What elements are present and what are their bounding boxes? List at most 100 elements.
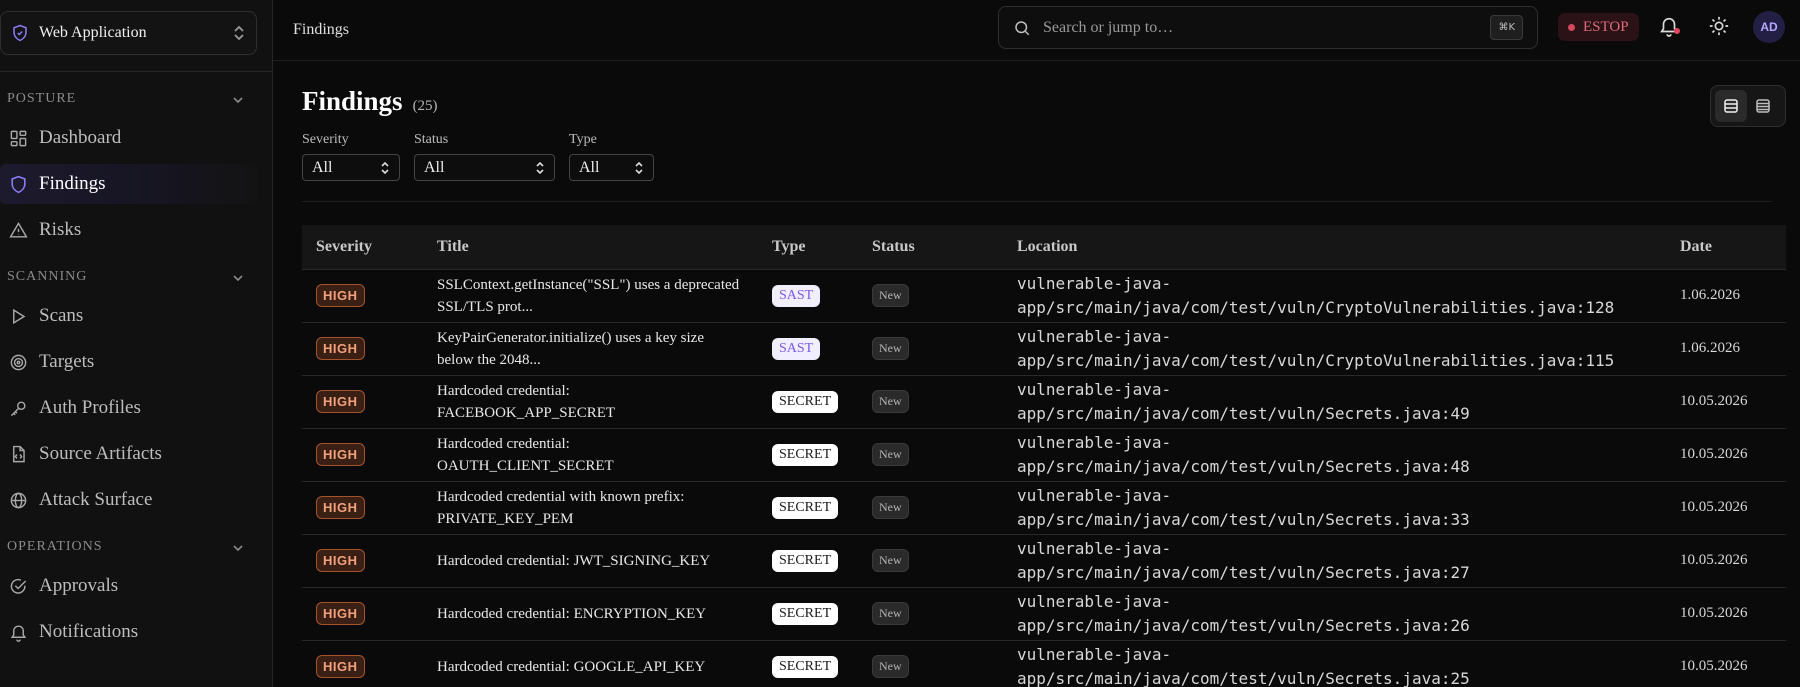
status-badge: New	[872, 655, 909, 679]
table-row[interactable]: HIGH Hardcoded credential: GOOGLE_API_KE…	[302, 639, 1786, 687]
globe-icon	[8, 490, 28, 510]
title-cell: Hardcoded credential: OAUTH_CLIENT_SECRE…	[423, 427, 758, 481]
severity-badge: HIGH	[316, 602, 365, 625]
column-header-date[interactable]: Date	[1666, 225, 1786, 269]
breadcrumb[interactable]: Findings	[293, 21, 349, 39]
page-title: Findings	[302, 86, 403, 116]
type-badge: SECRET	[772, 390, 839, 413]
finding-title[interactable]: Hardcoded credential: JWT_SIGNING_KEY	[437, 550, 744, 572]
table-row[interactable]: HIGH Hardcoded credential: JWT_SIGNING_K…	[302, 533, 1786, 587]
compact-view-icon[interactable]	[1747, 90, 1779, 122]
select-value: All	[424, 158, 445, 176]
finding-date: 10.05.2026	[1680, 605, 1748, 621]
type-badge: SAST	[772, 284, 821, 307]
severity-badge: HIGH	[316, 549, 365, 572]
title-cell: Hardcoded credential with known prefix: …	[423, 480, 758, 534]
sidebar-item-risks[interactable]: Risks	[0, 210, 258, 250]
table-row[interactable]: HIGH Hardcoded credential: ENCRYPTION_KE…	[302, 586, 1786, 640]
finding-title[interactable]: KeyPairGenerator.initialize() uses a key…	[437, 327, 744, 371]
section-scanning[interactable]: SCANNING	[0, 264, 272, 290]
sidebar-item-label: Attack Surface	[39, 489, 153, 510]
sidebar-item-source-artifacts[interactable]: Source Artifacts	[0, 434, 258, 474]
shield-icon	[11, 24, 29, 42]
sidebar-item-attack-surface[interactable]: Attack Surface	[0, 480, 258, 520]
finding-date: 10.05.2026	[1680, 499, 1748, 515]
section-label: POSTURE	[7, 91, 77, 106]
location-cell: vulnerable-java-app/src/main/java/com/te…	[1003, 586, 1666, 640]
sidebar-item-notifications[interactable]: Notifications	[0, 612, 258, 652]
type-cell: SAST	[758, 268, 858, 322]
date-cell: 1.06.2026	[1666, 268, 1786, 322]
location-path: vulnerable-java-app/src/main/java/com/te…	[1017, 326, 1615, 370]
table-row[interactable]: HIGH Hardcoded credential: FACEBOOK_APP_…	[302, 374, 1786, 428]
sidebar-item-dashboard[interactable]: Dashboard	[0, 118, 258, 158]
finding-title[interactable]: Hardcoded credential with known prefix: …	[437, 486, 744, 530]
finding-date: 1.06.2026	[1680, 287, 1740, 303]
sidebar-item-scans[interactable]: Scans	[0, 296, 258, 336]
sidebar-item-label: Notifications	[39, 621, 139, 642]
play-icon	[8, 306, 28, 326]
table-view-icon[interactable]	[1715, 90, 1747, 122]
select-chevron-icon	[535, 161, 545, 175]
location-path: vulnerable-java-app/src/main/java/com/te…	[1017, 591, 1470, 635]
filter-status: Status All	[414, 132, 555, 181]
status-badge: New	[872, 390, 909, 413]
finding-title[interactable]: Hardcoded credential: FACEBOOK_APP_SECRE…	[437, 380, 744, 424]
main-area: Findings Search or jump to… ⌘K ESTOP AD	[273, 0, 1800, 687]
location-cell: vulnerable-java-app/src/main/java/com/te…	[1003, 374, 1666, 428]
type-cell: SECRET	[758, 533, 858, 587]
sidebar-item-label: Auth Profiles	[39, 397, 141, 418]
type-cell: SECRET	[758, 639, 858, 687]
sidebar-item-auth-profiles[interactable]: Auth Profiles	[0, 388, 258, 428]
type-badge: SECRET	[772, 549, 839, 572]
type-badge: SAST	[772, 337, 821, 360]
search-input[interactable]: Search or jump to… ⌘K	[998, 6, 1538, 49]
finding-title[interactable]: Hardcoded credential: GOOGLE_API_KEY	[437, 656, 744, 678]
app-switcher[interactable]: Web Application	[0, 11, 257, 55]
column-header-severity[interactable]: Severity	[302, 225, 423, 269]
status-badge: New	[872, 337, 909, 360]
column-header-status[interactable]: Status	[858, 225, 1003, 269]
table-row[interactable]: HIGH Hardcoded credential with known pre…	[302, 480, 1786, 534]
finding-title[interactable]: SSLContext.getInstance("SSL") uses a dep…	[437, 274, 744, 318]
type-select[interactable]: All	[569, 154, 654, 181]
search-shortcut: ⌘K	[1490, 15, 1523, 40]
sidebar-item-findings[interactable]: Findings	[0, 164, 258, 204]
estop-label: ESTOP	[1583, 18, 1629, 35]
location-path: vulnerable-java-app/src/main/java/com/te…	[1017, 485, 1470, 529]
sidebar-item-targets[interactable]: Targets	[0, 342, 258, 382]
severity-select[interactable]: All	[302, 154, 400, 181]
table-header: Severity Title Type Status Location Date	[302, 225, 1786, 269]
select-value: All	[579, 158, 600, 176]
type-badge: SECRET	[772, 655, 839, 678]
title-cell: Hardcoded credential: GOOGLE_API_KEY	[423, 639, 758, 687]
app-root: Web Application POSTURE Dashboard Findings…	[0, 0, 1800, 687]
status-select[interactable]: All	[414, 154, 555, 181]
sun-icon[interactable]	[1708, 15, 1730, 37]
filter-severity: Severity All	[302, 132, 400, 181]
column-header-title[interactable]: Title	[423, 225, 758, 269]
estop-button[interactable]: ESTOP	[1558, 13, 1639, 41]
title-row: Findings (25)	[302, 86, 1772, 117]
date-cell: 10.05.2026	[1666, 586, 1786, 640]
content-divider	[302, 201, 1772, 202]
sidebar-item-label: Scans	[39, 305, 84, 326]
column-header-location[interactable]: Location	[1003, 225, 1666, 269]
avatar[interactable]: AD	[1753, 11, 1785, 43]
table-body: HIGH SSLContext.getInstance("SSL") uses …	[302, 268, 1786, 687]
title-cell: KeyPairGenerator.initialize() uses a key…	[423, 321, 758, 375]
finding-title[interactable]: Hardcoded credential: ENCRYPTION_KEY	[437, 603, 744, 625]
content: Findings (25) Severity All Status All Ty…	[273, 86, 1800, 687]
table-row[interactable]: HIGH KeyPairGenerator.initialize() uses …	[302, 321, 1786, 375]
select-chevron-icon	[380, 161, 390, 175]
finding-title[interactable]: Hardcoded credential: OAUTH_CLIENT_SECRE…	[437, 433, 744, 477]
column-header-type[interactable]: Type	[758, 225, 858, 269]
location-cell: vulnerable-java-app/src/main/java/com/te…	[1003, 533, 1666, 587]
view-toggle	[1710, 85, 1786, 127]
section-operations[interactable]: OPERATIONS	[0, 534, 272, 560]
table-row[interactable]: HIGH SSLContext.getInstance("SSL") uses …	[302, 268, 1786, 322]
section-posture[interactable]: POSTURE	[0, 86, 272, 112]
sidebar-item-approvals[interactable]: Approvals	[0, 566, 258, 606]
table-row[interactable]: HIGH Hardcoded credential: OAUTH_CLIENT_…	[302, 427, 1786, 481]
estop-dot-icon	[1568, 23, 1575, 31]
